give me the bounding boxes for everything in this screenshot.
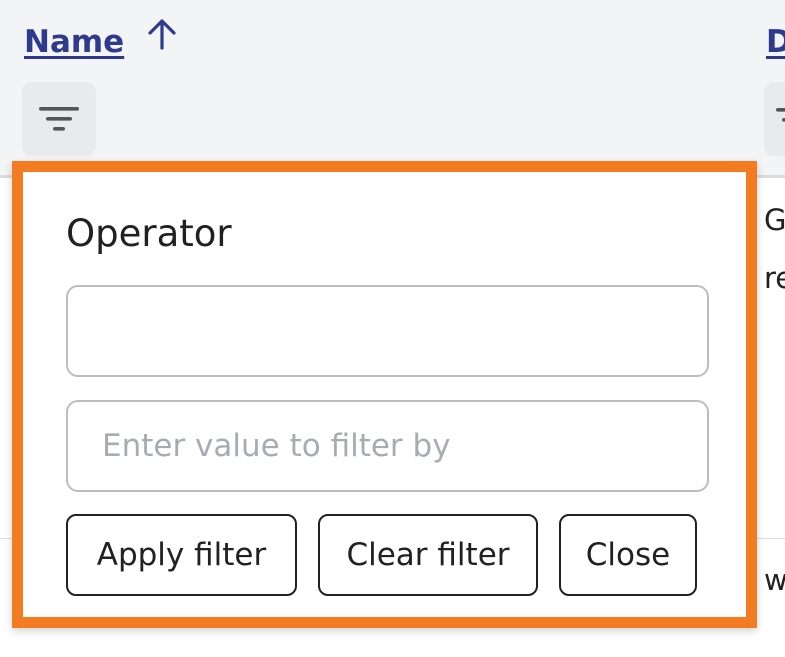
filter-value-input[interactable] (66, 400, 709, 492)
operator-label: Operator (66, 212, 232, 255)
table-header: Name D (0, 0, 785, 178)
operator-select[interactable] (66, 285, 709, 377)
apply-filter-button[interactable]: Apply filter (66, 514, 297, 596)
column-header-next-link[interactable]: D (766, 24, 785, 60)
filter-icon (776, 108, 785, 122)
name-filter-button[interactable] (22, 82, 96, 156)
next-column-filter-button[interactable] (764, 82, 785, 156)
arrow-up-icon[interactable] (144, 16, 180, 52)
clear-filter-button[interactable]: Clear filter (318, 514, 538, 596)
filter-popover: Operator Apply filter Clear filter Close (12, 161, 757, 628)
table-cell-text: re (764, 261, 785, 295)
table-cell-text: w (764, 563, 785, 597)
column-header-name-link[interactable]: Name (24, 24, 124, 60)
table-cell-text: G (764, 203, 785, 237)
filter-icon (39, 107, 79, 131)
close-button[interactable]: Close (559, 514, 697, 596)
